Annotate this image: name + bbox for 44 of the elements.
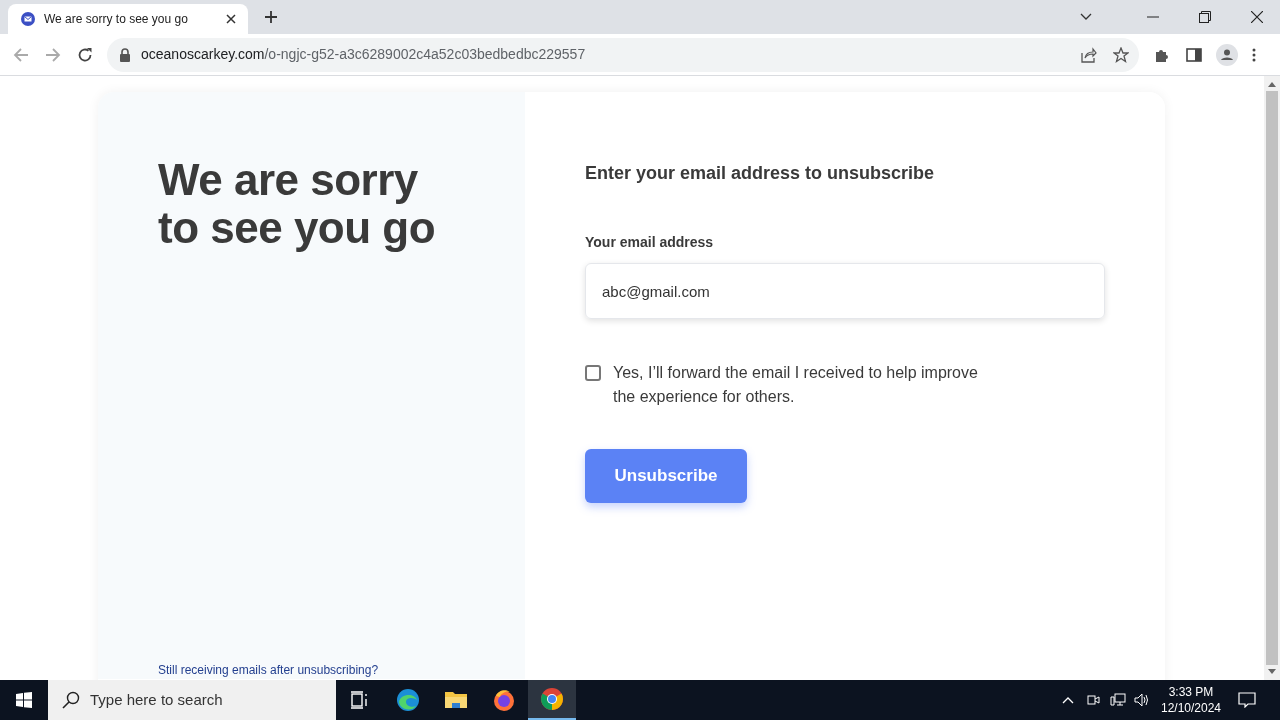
envelope-icon bbox=[20, 11, 36, 27]
notification-icon[interactable] bbox=[1238, 692, 1256, 708]
scrollbar[interactable] bbox=[1264, 76, 1280, 680]
search-icon bbox=[62, 691, 80, 709]
form-title: Enter your email address to unsubscribe bbox=[585, 162, 936, 185]
speaker-icon[interactable] bbox=[1134, 693, 1150, 707]
close-icon[interactable] bbox=[1251, 11, 1263, 23]
menu-icon[interactable] bbox=[1252, 47, 1256, 62]
unsubscribe-button[interactable]: Unsubscribe bbox=[585, 449, 747, 503]
checkbox[interactable] bbox=[585, 365, 601, 381]
star-icon[interactable] bbox=[1113, 46, 1129, 63]
checkbox-label: Yes, I’ll forward the email I received to help improve the experience for others. bbox=[613, 363, 979, 407]
taskbar-search[interactable]: Type here to search bbox=[48, 680, 336, 720]
address-bar[interactable]: oceanoscarkey.com/o-ngjc-g52-a3c6289002c4a52c03bedbedbc229557 bbox=[107, 37, 1139, 72]
lock-icon bbox=[119, 47, 131, 62]
help-link[interactable]: Still receiving emails after unsubscribing? bbox=[158, 661, 525, 679]
page-heading: We are sorry to see you go bbox=[158, 156, 437, 252]
chevron-up-icon[interactable] bbox=[1062, 696, 1074, 704]
taskbar-app[interactable] bbox=[528, 680, 576, 720]
share-icon[interactable] bbox=[1081, 46, 1097, 63]
chevron-down-icon[interactable] bbox=[1080, 13, 1092, 21]
chrome-icon bbox=[540, 687, 564, 711]
clock[interactable]: 3:33 PM 12/10/2024 bbox=[1158, 684, 1224, 716]
windows-start-icon[interactable] bbox=[16, 692, 32, 708]
browser-tab[interactable]: We are sorry to see you go bbox=[8, 4, 248, 34]
profile-icon[interactable] bbox=[1216, 43, 1238, 66]
scroll-up-icon[interactable] bbox=[1268, 81, 1276, 87]
edge-icon bbox=[396, 688, 420, 712]
url-text: oceanoscarkey.com/o-ngjc-g52-a3c6289002c4a52c03bedbedbc229557 bbox=[141, 45, 586, 64]
scroll-down-icon[interactable] bbox=[1268, 669, 1276, 675]
field-label: Your email address bbox=[585, 233, 715, 252]
email-input[interactable]: abc@gmail.com bbox=[585, 263, 1105, 319]
search-placeholder: Type here to search bbox=[90, 689, 223, 710]
meet-now-icon[interactable] bbox=[1086, 693, 1100, 707]
firefox-icon bbox=[492, 688, 516, 712]
reload-icon[interactable] bbox=[77, 46, 93, 63]
restore-icon[interactable] bbox=[1199, 11, 1211, 23]
side-panel-icon[interactable] bbox=[1186, 46, 1202, 63]
close-icon[interactable] bbox=[226, 14, 236, 24]
folder-icon bbox=[444, 690, 468, 710]
task-view-icon bbox=[350, 691, 370, 709]
new-tab-icon[interactable] bbox=[264, 10, 278, 24]
network-icon[interactable] bbox=[1110, 693, 1126, 707]
tab-title: We are sorry to see you go bbox=[44, 11, 189, 28]
